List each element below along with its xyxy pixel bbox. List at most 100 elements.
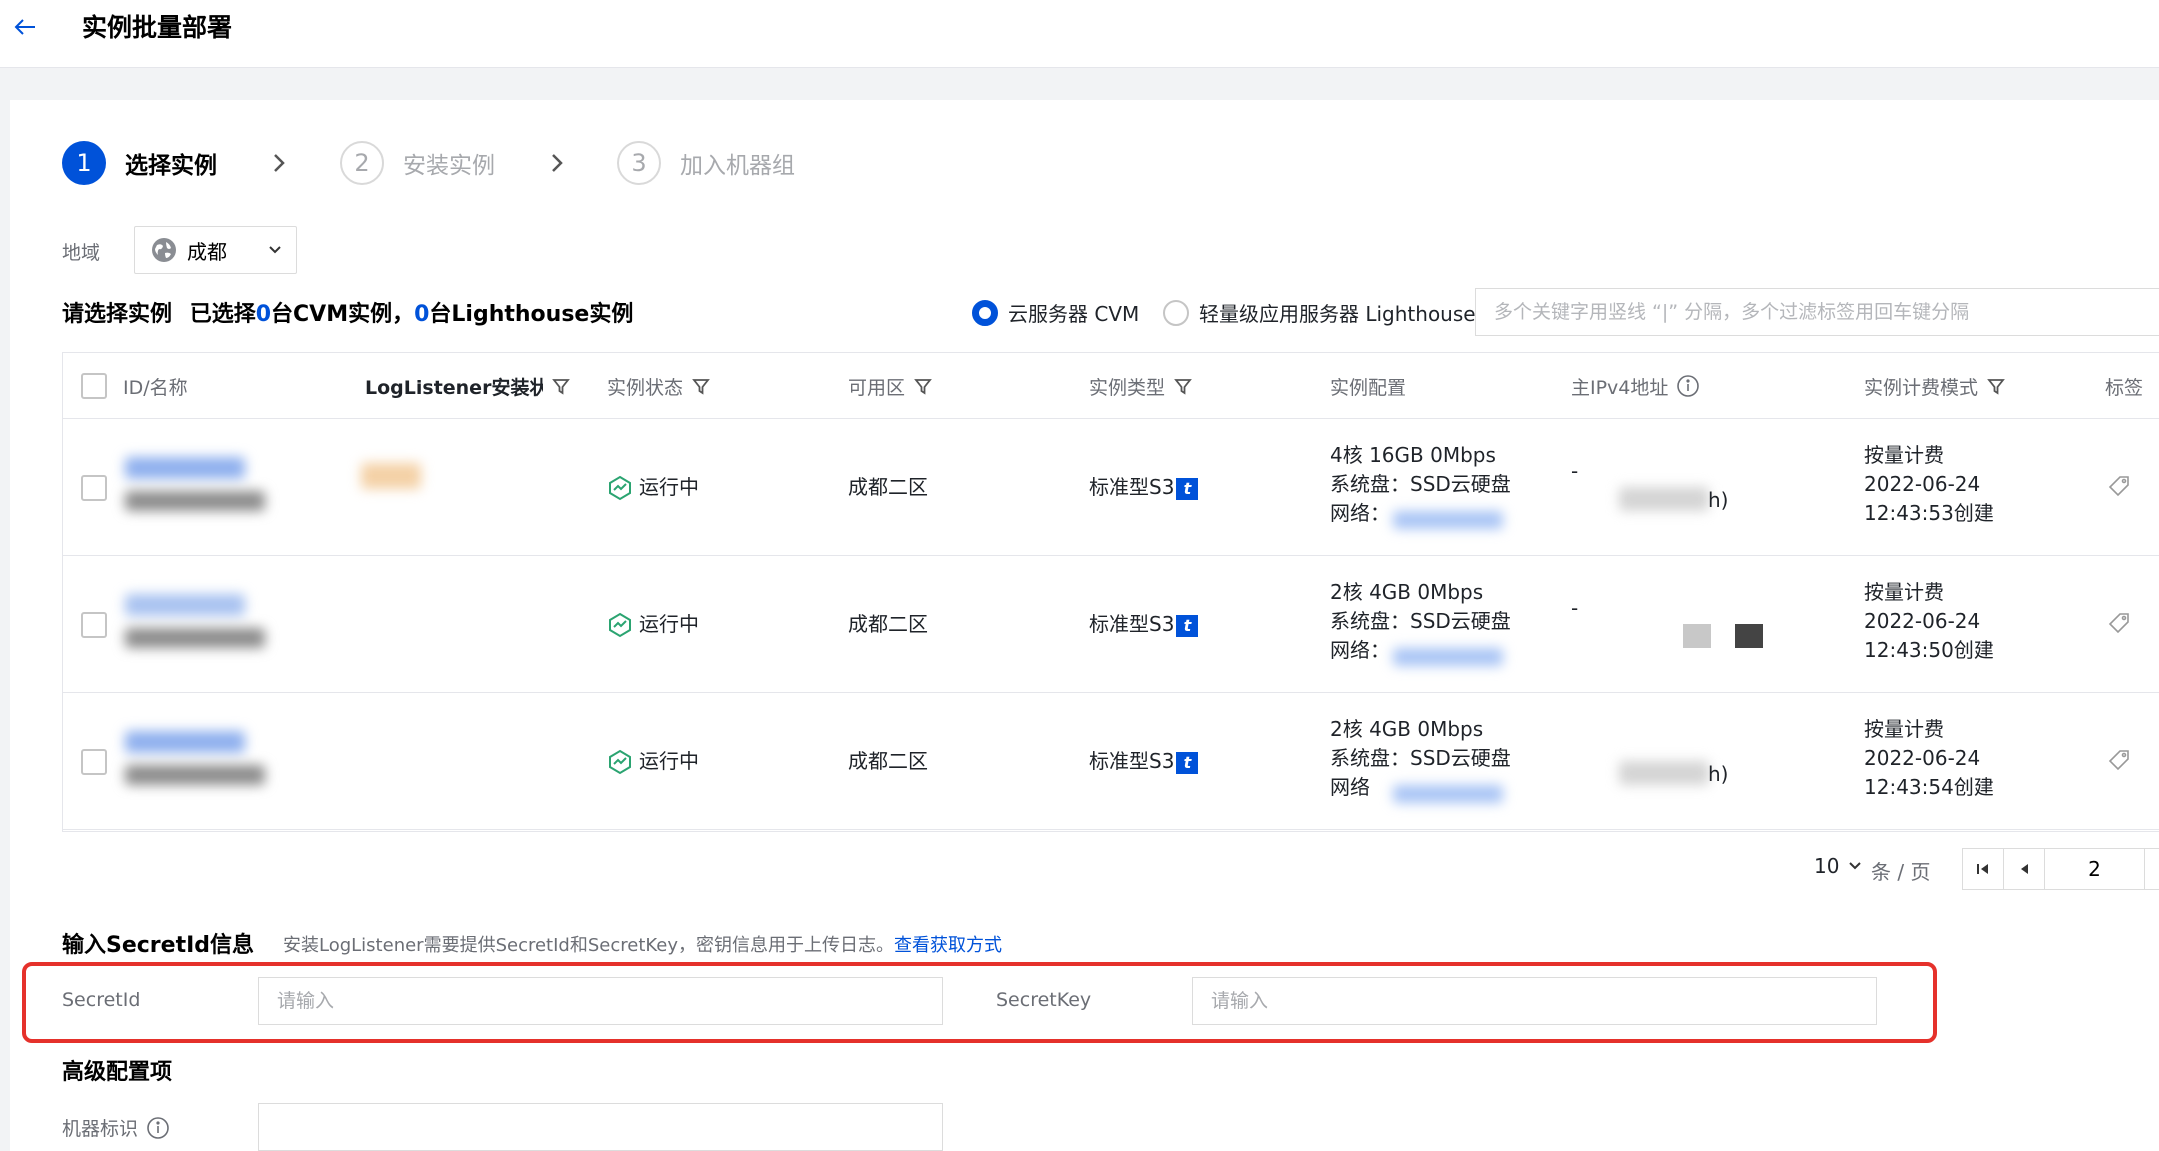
secret-id-label: SecretId: [62, 989, 141, 1011]
chevron-down-icon: [269, 246, 281, 254]
selection-text: 已选择: [189, 302, 256, 327]
lighthouse-count: 0: [414, 302, 430, 327]
column-label: 实例状态: [607, 376, 684, 399]
step-label: 加入机器组: [680, 153, 795, 179]
chevron-down-icon: [1849, 862, 1862, 870]
header-billing: 实例计费模式: [1864, 353, 2006, 419]
radio-lighthouse[interactable]: 轻量级应用服务器 Lighthouse: [1163, 298, 1476, 327]
redacted-network: [1393, 511, 1503, 529]
zone: 成都二区: [848, 475, 928, 499]
row-checkbox[interactable]: [81, 749, 107, 775]
tag-icon[interactable]: [2106, 610, 2132, 636]
billing-line: 按量计费: [1864, 717, 1944, 741]
running-status-icon: [609, 612, 631, 637]
redacted-install-status: [361, 463, 421, 489]
config-line: 系统盘：SSD云硬盘: [1330, 746, 1511, 770]
secret-description: 安装LogListener需要提供SecretId和SecretKey，密钥信息…: [283, 931, 1002, 957]
radio-unchecked-icon: [1163, 299, 1189, 326]
filter-icon[interactable]: [691, 376, 711, 396]
billing-line: 12:43:50创建: [1864, 638, 1994, 662]
type-text: 标准型S3: [1089, 612, 1175, 636]
table-header: ID/名称 LogListener安装状态 实例状态 可用区 实例类型 实例配置…: [63, 353, 2159, 419]
chevron-right-icon: [274, 154, 285, 172]
page-number-input[interactable]: [2045, 849, 2145, 889]
redacted-id: [125, 731, 245, 753]
instance-status: 运行中: [607, 747, 699, 776]
status-text: 运行中: [639, 475, 699, 499]
header-id-name: ID/名称: [123, 353, 188, 419]
cvm-count: 0: [255, 302, 272, 327]
filter-icon[interactable]: [1173, 376, 1193, 396]
step-label: 选择实例: [125, 153, 217, 179]
globe-icon: [152, 238, 176, 262]
billing-line: 2022-06-24: [1864, 472, 1981, 496]
step-select-instance: 1 选择实例: [62, 140, 217, 186]
tag-icon[interactable]: [2106, 747, 2132, 773]
page-title: 实例批量部署: [82, 13, 233, 42]
radio-label: 云服务器 CVM: [1008, 302, 1140, 326]
info-icon[interactable]: [146, 1116, 170, 1140]
machine-id-text: 机器标识: [62, 1118, 139, 1140]
region-value: 成都: [187, 239, 227, 264]
row-checkbox[interactable]: [81, 475, 107, 501]
page-size-select[interactable]: 10: [1814, 854, 1865, 878]
tag-icon[interactable]: [2106, 473, 2132, 499]
zone: 成都二区: [848, 612, 928, 636]
type-text: 标准型S3: [1089, 475, 1175, 499]
machine-id-input[interactable]: [258, 1103, 943, 1151]
top-bar: 实例批量部署: [0, 0, 2159, 68]
column-label: 标签: [2105, 376, 2144, 399]
type-text: 标准型S3: [1089, 749, 1175, 773]
header-instance-type: 实例类型: [1089, 353, 1193, 419]
filter-icon[interactable]: [913, 376, 933, 396]
type-badge-icon: t: [1176, 477, 1199, 500]
config-line: 4核 16GB 0Mbps: [1330, 443, 1496, 467]
first-page-button[interactable]: [1963, 849, 2004, 889]
chevron-right-icon: [552, 154, 563, 172]
radio-checked-icon: [972, 299, 998, 326]
region-label: 地域: [62, 242, 101, 264]
ipv4-dash: -: [1571, 459, 1579, 483]
region-select[interactable]: 成都: [134, 226, 297, 274]
zone: 成都二区: [848, 749, 928, 773]
select-all-checkbox[interactable]: [81, 373, 107, 399]
selection-prefix: 请选择实例: [62, 302, 173, 327]
filter-icon[interactable]: [1986, 376, 2006, 396]
ipv4-suffix: h): [1708, 488, 1729, 512]
column-label: 实例类型: [1089, 376, 1166, 399]
radio-label: 轻量级应用服务器 Lighthouse: [1199, 302, 1476, 326]
secret-id-input[interactable]: [258, 977, 943, 1025]
back-arrow-icon[interactable]: [10, 12, 40, 42]
header-install-status: LogListener安装状态: [365, 353, 605, 419]
type-badge-icon: t: [1176, 614, 1199, 637]
header-ipv4: 主IPv4地址: [1571, 353, 1700, 419]
table-row[interactable]: 运行中 成都二区 标准型S3 t 2核 4GB 0Mbps 系统盘：SSD云硬盘 …: [63, 693, 2159, 830]
table-row[interactable]: 运行中 成都二区 标准型S3 t 2核 4GB 0Mbps 系统盘：SSD云硬盘 …: [63, 556, 2159, 693]
info-icon[interactable]: [1676, 374, 1700, 398]
column-label: ID/名称: [123, 376, 188, 399]
header-instance-status: 实例状态: [607, 353, 711, 419]
radio-cvm[interactable]: 云服务器 CVM: [972, 298, 1139, 327]
redacted-name: [125, 491, 265, 511]
search-input[interactable]: [1475, 288, 2159, 336]
billing-line: 2022-06-24: [1864, 609, 1981, 633]
pager: [1962, 848, 2159, 890]
header-zone: 可用区: [848, 353, 933, 419]
redacted-id: [125, 594, 245, 616]
secret-section-title: 输入SecretId信息: [62, 933, 255, 958]
secret-key-input[interactable]: [1192, 977, 1877, 1025]
status-text: 运行中: [639, 612, 699, 636]
redacted-name: [125, 628, 265, 648]
header-select-all: [81, 353, 107, 419]
column-label: 主IPv4地址: [1571, 376, 1669, 399]
step-label: 安装实例: [403, 153, 495, 179]
column-label: 可用区: [848, 376, 906, 399]
billing-line: 12:43:54创建: [1864, 775, 1994, 799]
how-to-get-link[interactable]: 查看获取方式: [894, 935, 1002, 956]
column-label: 实例计费模式: [1864, 376, 1979, 399]
row-checkbox[interactable]: [81, 612, 107, 638]
filter-icon[interactable]: [551, 376, 571, 396]
table-row[interactable]: 运行中 成都二区 标准型S3 t 4核 16GB 0Mbps 系统盘：SSD云硬盘…: [63, 419, 2159, 556]
prev-page-button[interactable]: [2004, 849, 2045, 889]
redacted-ip: [1683, 624, 1711, 648]
